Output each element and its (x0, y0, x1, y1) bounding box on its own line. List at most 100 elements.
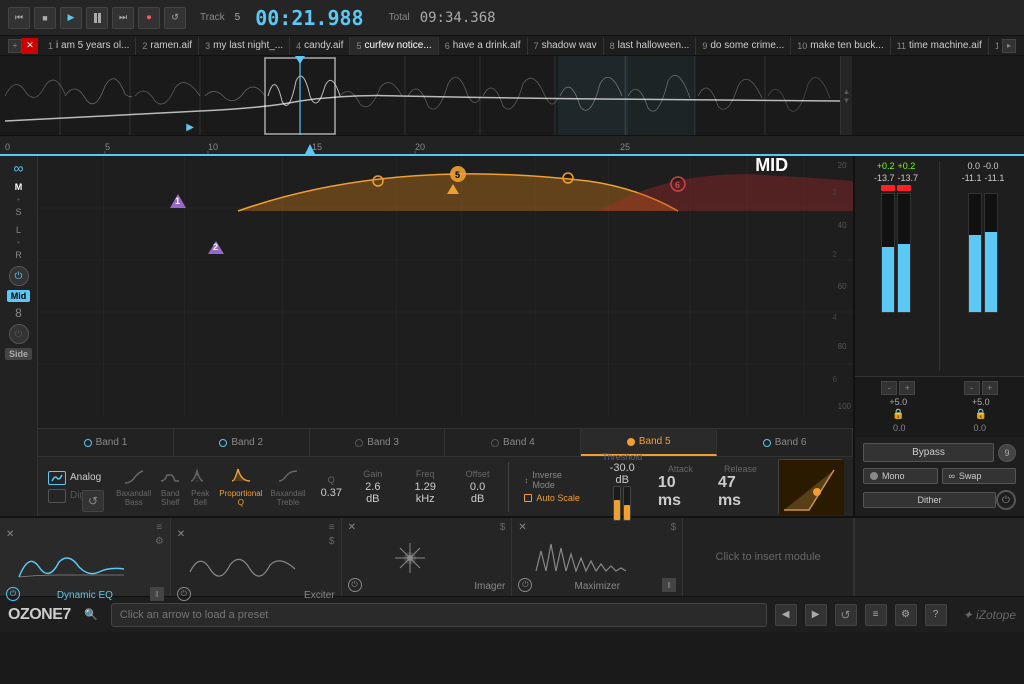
preset-undo-button[interactable]: ↺ (835, 604, 857, 626)
preset-settings-button[interactable]: ⚙ (895, 604, 917, 626)
remove-track-button[interactable]: ✕ (22, 38, 38, 54)
track-item-12[interactable]: 12another one f... (989, 37, 998, 55)
preset-prev-button[interactable]: ◀ (775, 604, 797, 626)
module-4-close[interactable]: ✕ (518, 522, 526, 533)
band-1-tab[interactable]: Band 1 (38, 429, 174, 456)
stop-button[interactable]: ■ (34, 7, 56, 29)
attack-value[interactable]: 10 ms (658, 474, 703, 510)
left-minus-btn[interactable]: - (881, 381, 897, 395)
q-value[interactable]: 0.37 (321, 487, 342, 499)
band-5-power[interactable] (627, 438, 635, 446)
module-2-settings-icon[interactable]: $ (329, 536, 335, 547)
freq-param-value[interactable]: 1.29 kHz (404, 481, 447, 505)
track-item-9[interactable]: 9do some crime... (696, 37, 791, 55)
module-4-pause[interactable]: ‖ (662, 578, 676, 592)
release-value[interactable]: 47 ms (718, 474, 763, 510)
track-item-8[interactable]: 8last halloween... (604, 37, 697, 55)
module-1-close[interactable]: ✕ (6, 529, 14, 540)
mono-button[interactable]: Mono (863, 468, 938, 484)
band-6-tab[interactable]: Band 6 (717, 429, 853, 456)
swap-button[interactable]: ∞ Swap (942, 468, 1017, 484)
track-item-7[interactable]: 7shadow wav (528, 37, 604, 55)
insert-module-button[interactable]: Click to insert module (706, 522, 831, 592)
gain-value[interactable]: 2.6 dB (357, 481, 389, 505)
filter-band-shelf[interactable]: BandShelf (159, 467, 181, 507)
module-1-settings-icon[interactable]: ⚙ (155, 536, 164, 547)
right-plus-btn[interactable]: + (982, 381, 998, 395)
preset-list-button[interactable]: ≡ (865, 604, 887, 626)
preset-next-button[interactable]: ▶ (805, 604, 827, 626)
module-3-settings-icon[interactable]: $ (500, 522, 506, 533)
module-3-power[interactable]: ⏻ (348, 578, 362, 592)
track-item-11[interactable]: 11time machine.aif (891, 37, 989, 55)
track-item-2[interactable]: 2ramen.aif (136, 37, 199, 55)
auto-scale-label[interactable]: Auto Scale (536, 493, 580, 503)
eq-graph[interactable]: 20 40 60 80 100 2 2 4 6 (38, 156, 853, 416)
band-3-power[interactable] (355, 439, 363, 447)
track-item-1[interactable]: 1i am 5 years ol... (42, 37, 136, 55)
loop-button[interactable]: ↺ (164, 7, 186, 29)
thresh-fader-1[interactable] (613, 486, 621, 521)
link-icon[interactable]: 8 (15, 306, 22, 320)
side-badge[interactable]: Side (5, 348, 32, 360)
ruler-track[interactable]: 0 5 10 15 20 25 (0, 136, 1024, 154)
band-6-power[interactable] (763, 439, 771, 447)
band-2-power[interactable] (219, 439, 227, 447)
left-plus-btn[interactable]: + (899, 381, 915, 395)
skip-forward-button[interactable]: ⏭ (112, 7, 134, 29)
search-button[interactable]: 🔍 (79, 603, 103, 627)
dither-button[interactable]: Dither (863, 492, 996, 508)
r-button[interactable]: R (11, 248, 27, 262)
module-4-power[interactable]: ⏻ (518, 578, 532, 592)
module-1-pause[interactable]: ‖ (150, 587, 164, 601)
bypass-button[interactable]: Bypass (863, 443, 994, 462)
filter-baxandall-treble[interactable]: BaxandallTreble (270, 467, 305, 507)
module-2-list-icon[interactable]: ≡ (329, 522, 335, 533)
auto-scale-checkbox[interactable] (524, 494, 532, 502)
right-lock-icon[interactable]: 🔒 (975, 409, 987, 420)
l-button[interactable]: L (11, 223, 27, 237)
band-4-tab[interactable]: Band 4 (445, 429, 581, 456)
module-1-list-icon[interactable]: ≡ (156, 522, 162, 533)
preset-search-input[interactable] (111, 603, 767, 627)
band-2-tab[interactable]: Band 2 (174, 429, 310, 456)
threshold-value[interactable]: -30.0 dB (602, 462, 643, 486)
module-5-empty[interactable]: Click to insert module (683, 518, 854, 596)
offset-value[interactable]: 0.0 dB (462, 481, 494, 505)
waveform-scrollbar[interactable]: ▲ ▼ (840, 56, 852, 135)
dither-power-button[interactable]: ⏻ (996, 490, 1016, 510)
inverse-mode-label[interactable]: Inverse Mode (532, 470, 586, 490)
thresh-fader-2[interactable] (623, 486, 631, 521)
module-2-power[interactable]: ⏻ (177, 587, 191, 601)
eq-power-button-2[interactable]: ⏻ (9, 324, 29, 344)
left-lock-icon[interactable]: 🔒 (892, 409, 904, 420)
analog-button[interactable]: Analog (48, 471, 101, 485)
filter-peak-bell[interactable]: PeakBell (189, 467, 211, 507)
waveform-canvas[interactable] (0, 56, 840, 135)
track-item-10[interactable]: 10make ten buck... (791, 37, 890, 55)
ruler[interactable]: 0 5 10 15 20 25 (0, 136, 1024, 156)
track-scroll-right[interactable]: ▸ (1002, 39, 1016, 53)
pause-button[interactable] (86, 7, 108, 29)
play-button[interactable]: ▶ (60, 7, 82, 29)
module-1-power[interactable]: ⏻ (6, 587, 20, 601)
undo-button[interactable]: ↺ (82, 490, 104, 512)
mid-badge[interactable]: Mid (7, 290, 31, 302)
filter-baxandall-bass[interactable]: BaxandallBass (116, 467, 151, 507)
filter-proportional-q[interactable]: ProportionalQ (219, 467, 262, 507)
band-3-tab[interactable]: Band 3 (310, 429, 446, 456)
preset-number[interactable]: 9 (998, 444, 1016, 462)
module-2-close[interactable]: ✕ (177, 529, 185, 540)
track-scroll-left[interactable]: + (8, 39, 22, 53)
record-button[interactable]: ⏺ (138, 7, 160, 29)
skip-back-button[interactable]: ⏮ (8, 7, 30, 29)
track-item-4[interactable]: 4candy.aif (290, 37, 350, 55)
track-item-3[interactable]: 3my last night_... (199, 37, 290, 55)
s-button[interactable]: S (11, 205, 27, 219)
eq-power-button[interactable]: ⏻ (9, 266, 29, 286)
track-item-5[interactable]: 5curfew notice... (350, 37, 438, 55)
m-button[interactable]: M (11, 180, 27, 194)
module-4-settings-icon[interactable]: $ (671, 522, 677, 533)
track-item-6[interactable]: 6have a drink.aif (439, 37, 528, 55)
help-button[interactable]: ? (925, 604, 947, 626)
